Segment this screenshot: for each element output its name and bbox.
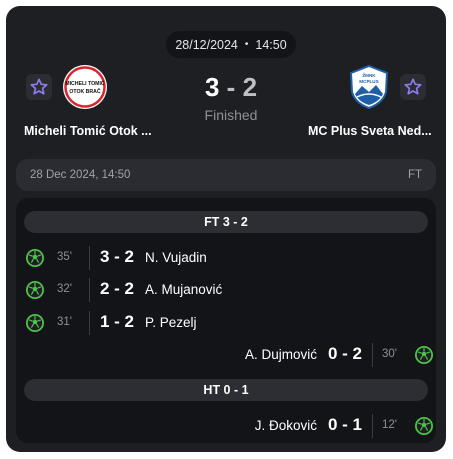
event-row: A. Dujmović 0 - 2 30' xyxy=(16,343,436,367)
match-score: 3 - 2 xyxy=(186,72,276,103)
event-divider xyxy=(89,246,90,270)
match-card: 28/12/2024 • 14:50 MICHELI TOMIĆ OTOK BR… xyxy=(6,6,446,452)
away-team-crest: ŽMNK MCPLUS xyxy=(349,64,389,110)
match-status: Finished xyxy=(204,107,258,123)
home-team-crest: MICHELI TOMIĆ OTOK BRAČ xyxy=(63,65,107,109)
home-team-name[interactable]: Micheli Tomić Otok ... xyxy=(24,124,152,138)
away-crest-line-1: ŽMNK xyxy=(362,71,376,78)
event-player[interactable]: J. Đoković xyxy=(255,418,317,433)
away-score: 2 xyxy=(242,72,258,102)
match-info-bar: 28 Dec 2024, 14:50 FT xyxy=(16,159,436,191)
score-separator: - xyxy=(226,72,236,102)
match-date-pill: 28/12/2024 • 14:50 xyxy=(166,31,296,58)
event-row: 35' 3 - 2 N. Vujadin xyxy=(16,246,436,270)
event-minute: 30' xyxy=(382,348,397,360)
event-divider xyxy=(372,343,373,367)
football-icon xyxy=(415,417,433,435)
event-score: 0 - 1 xyxy=(327,415,362,434)
event-divider xyxy=(89,311,90,335)
event-minute: 12' xyxy=(382,419,397,431)
football-icon xyxy=(415,346,433,364)
event-player[interactable]: P. Pezelj xyxy=(145,315,197,330)
football-icon xyxy=(26,249,44,267)
away-crest-line-2: MCPLUS xyxy=(359,79,378,84)
football-icon xyxy=(26,314,44,332)
home-crest-line-1: MICHELI TOMIĆ xyxy=(65,79,105,87)
event-player[interactable]: N. Vujadin xyxy=(145,250,207,265)
event-score: 3 - 2 xyxy=(100,247,135,266)
event-row: 32' 2 - 2 A. Mujanović xyxy=(16,278,436,302)
event-row: J. Đoković 0 - 1 12' xyxy=(16,414,436,438)
event-minute: 35' xyxy=(57,251,72,263)
match-date: 28/12/2024 xyxy=(175,37,238,52)
period-header-ht: HT 0 - 1 xyxy=(24,379,428,401)
football-icon xyxy=(26,281,44,299)
event-row: 31' 1 - 2 P. Pezelj xyxy=(16,311,436,335)
event-score: 1 - 2 xyxy=(100,312,135,331)
event-player[interactable]: A. Mujanović xyxy=(145,282,222,297)
home-crest-line-2: OTOK BRAČ xyxy=(69,88,101,95)
info-status-code: FT xyxy=(407,169,422,181)
home-favorite-star-icon[interactable] xyxy=(26,74,52,100)
event-score: 2 - 2 xyxy=(100,279,135,298)
match-time: 14:50 xyxy=(255,37,287,52)
period-header-ft: FT 3 - 2 xyxy=(24,211,428,233)
date-separator: • xyxy=(244,39,249,50)
event-minute: 31' xyxy=(57,316,72,328)
event-score: 0 - 2 xyxy=(327,344,362,363)
event-player[interactable]: A. Dujmović xyxy=(245,347,317,362)
away-favorite-star-icon[interactable] xyxy=(400,74,426,100)
event-divider xyxy=(89,278,90,302)
match-events-panel: FT 3 - 2 35' 3 - 2 N. Vujadin 32' 2 - 2 … xyxy=(16,198,436,443)
info-datetime: 28 Dec 2024, 14:50 xyxy=(30,169,131,181)
home-score: 3 xyxy=(204,72,220,102)
event-divider xyxy=(372,414,373,438)
event-minute: 32' xyxy=(57,283,72,295)
away-team-name[interactable]: MC Plus Sveta Ned... xyxy=(308,124,432,138)
